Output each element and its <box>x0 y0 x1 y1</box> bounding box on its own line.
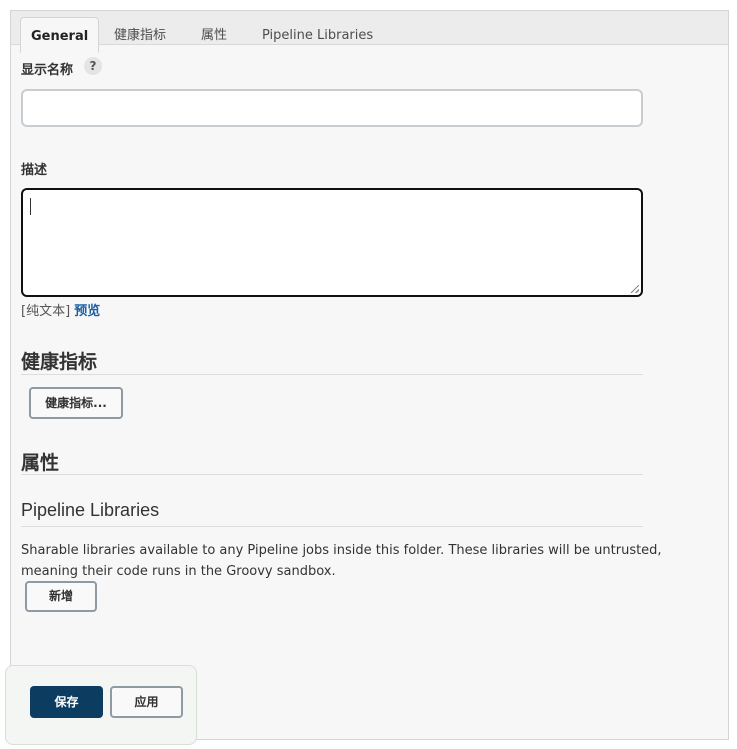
pipeline-libraries-section-title: Pipeline Libraries <box>21 500 643 527</box>
display-name-input[interactable] <box>21 89 643 127</box>
properties-section-title: 属性 <box>21 448 643 475</box>
resize-grip-icon[interactable] <box>631 285 639 293</box>
format-indicator: [纯文本] 预览 <box>21 300 100 319</box>
display-name-label: 显示名称 <box>21 63 74 78</box>
tab-general[interactable]: General <box>20 17 100 53</box>
description-label: 描述 <box>21 163 48 178</box>
save-button[interactable]: 保存 <box>30 686 103 718</box>
tab-bar: General 健康指标 属性 Pipeline Libraries <box>11 11 728 53</box>
config-panel: General 健康指标 属性 Pipeline Libraries 显示名称 … <box>10 10 729 740</box>
apply-button[interactable]: 应用 <box>110 686 183 718</box>
text-caret <box>30 198 31 215</box>
tab-properties[interactable]: 属性 <box>191 19 237 53</box>
add-library-button[interactable]: 新增 <box>25 581 97 612</box>
save-bar: 保存 应用 <box>5 665 197 745</box>
format-prefix: [纯文本] <box>21 304 71 319</box>
tab-pipeline-libraries[interactable]: Pipeline Libraries <box>252 19 383 53</box>
help-icon[interactable]: ? <box>84 57 102 75</box>
pipeline-libraries-description: Sharable libraries available to any Pipe… <box>21 543 662 579</box>
health-metrics-button[interactable]: 健康指标... <box>29 387 123 419</box>
description-textarea[interactable] <box>21 188 643 297</box>
tab-health[interactable]: 健康指标 <box>104 19 176 53</box>
health-section-title: 健康指标 <box>21 347 643 375</box>
preview-link[interactable]: 预览 <box>74 304 100 319</box>
